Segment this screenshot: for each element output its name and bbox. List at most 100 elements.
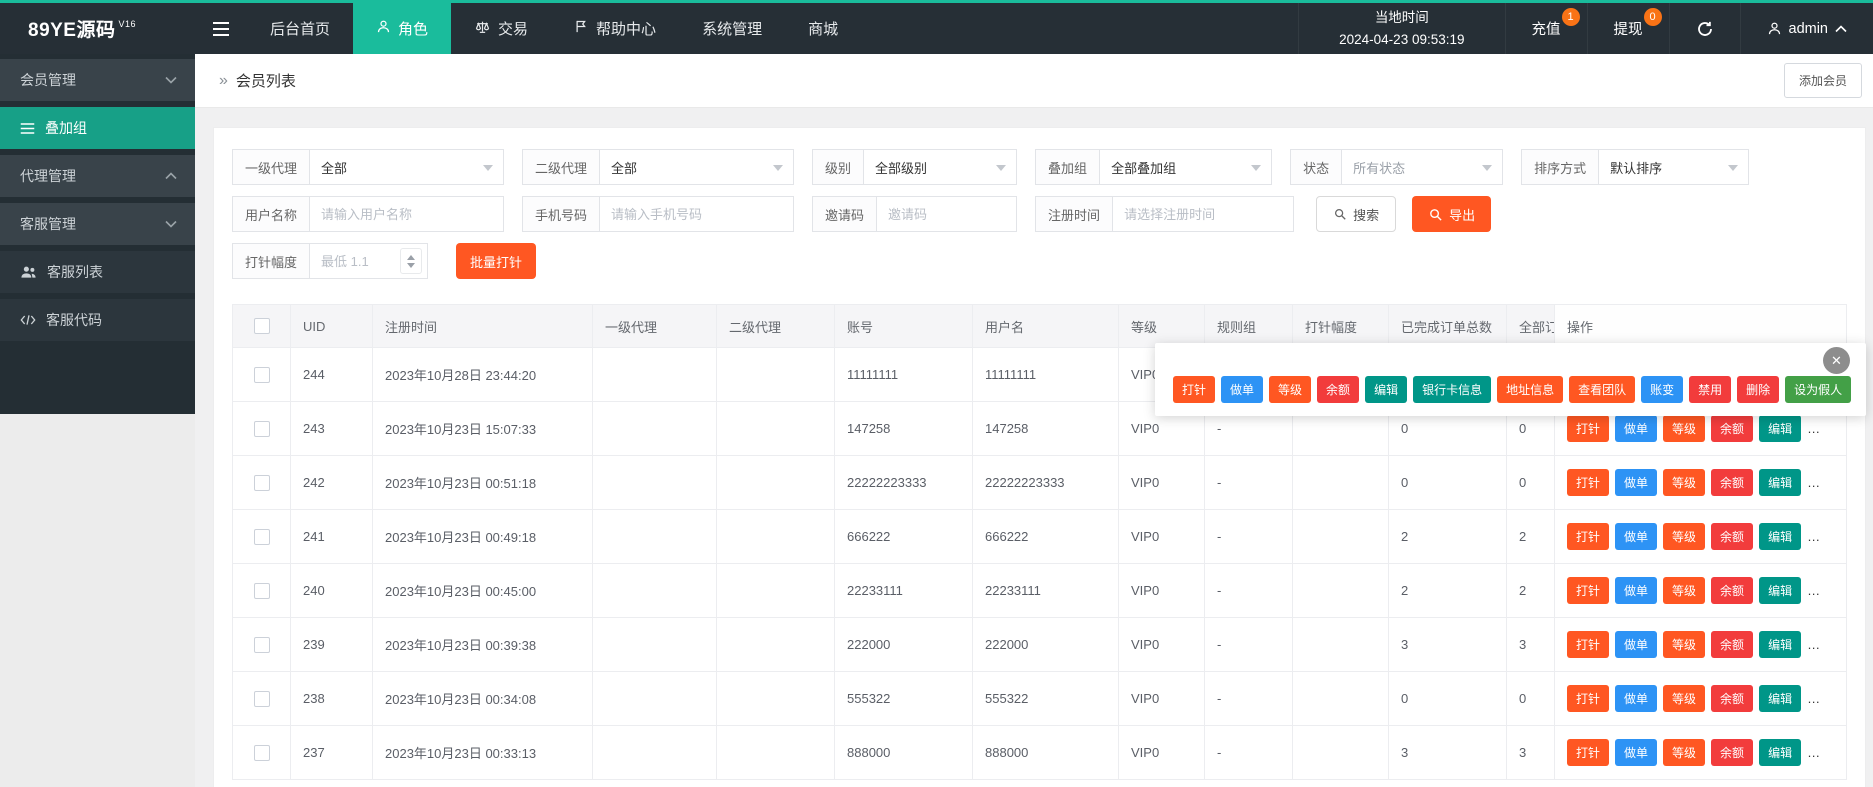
username-input[interactable] (310, 196, 505, 232)
inject-range-input[interactable] (310, 244, 401, 278)
row-checkbox[interactable] (253, 528, 270, 545)
popup-action-button[interactable]: 银行卡信息 (1413, 376, 1492, 403)
row-action-button[interactable]: 做单 (1615, 523, 1658, 550)
popup-action-button[interactable]: 地址信息 (1497, 376, 1564, 403)
stepper-up-icon[interactable] (407, 254, 416, 260)
row-checkbox[interactable] (253, 366, 270, 383)
add-member-button[interactable]: 添加会员 (1783, 63, 1862, 98)
row-checkbox[interactable] (253, 636, 270, 653)
stepper-down-icon[interactable] (407, 262, 416, 268)
caret-down-icon (1728, 165, 1739, 171)
filter-status-select[interactable]: 所有状态 (1342, 149, 1504, 185)
select-all-checkbox[interactable] (253, 318, 270, 335)
sidebar-item-member-management[interactable]: 会员管理 (0, 59, 195, 101)
popup-action-button[interactable]: 余额 (1317, 376, 1360, 403)
nav-tab-home[interactable]: 后台首页 (247, 3, 353, 54)
row-action-button[interactable]: 编辑 (1759, 469, 1802, 496)
row-action-button[interactable]: 余额 (1711, 685, 1754, 712)
row-action-button[interactable]: 编辑 (1759, 685, 1802, 712)
search-button[interactable]: 搜索 (1316, 196, 1397, 232)
withdraw-button[interactable]: 提现 0 (1586, 3, 1669, 54)
popup-action-button[interactable]: 账变 (1641, 376, 1684, 403)
row-checkbox[interactable] (253, 582, 270, 599)
sidebar-item-service-list[interactable]: 客服列表 (0, 251, 195, 293)
nav-tab-help[interactable]: 帮助中心 (551, 3, 679, 54)
row-action-button[interactable]: 编辑 (1759, 577, 1802, 604)
popup-action-button[interactable]: 做单 (1221, 376, 1264, 403)
row-action-button[interactable]: 做单 (1615, 577, 1658, 604)
sidebar-item-agent-management[interactable]: 代理管理 (0, 155, 195, 197)
row-action-button[interactable]: 做单 (1615, 631, 1658, 658)
row-checkbox[interactable] (253, 420, 270, 437)
cell-rule: - (1204, 455, 1293, 510)
cell-done: 0 (1388, 455, 1507, 510)
row-action-button[interactable]: 编辑 (1759, 739, 1802, 766)
row-action-button[interactable]: 余额 (1711, 739, 1754, 766)
popup-action-button[interactable]: 禁用 (1689, 376, 1732, 403)
row-action-button[interactable]: 等级 (1663, 415, 1706, 442)
row-action-button[interactable]: 打针 (1567, 631, 1610, 658)
invite-code-input[interactable] (877, 196, 1018, 232)
row-action-button[interactable]: 等级 (1663, 469, 1706, 496)
code-icon (20, 314, 36, 326)
sidebar-item-overlay-group[interactable]: 叠加组 (0, 107, 195, 149)
row-action-button[interactable]: 打针 (1567, 739, 1610, 766)
sidebar-toggle-button[interactable] (195, 3, 247, 54)
row-action-button[interactable]: 打针 (1567, 523, 1610, 550)
popup-action-button[interactable]: 编辑 (1365, 376, 1408, 403)
row-action-button[interactable]: 做单 (1615, 469, 1658, 496)
filter-agent2-select[interactable]: 全部 (600, 149, 795, 185)
row-action-button[interactable]: 等级 (1663, 685, 1706, 712)
nav-tab-system[interactable]: 系统管理 (679, 3, 785, 54)
sidebar-item-service-code[interactable]: 客服代码 (0, 299, 195, 341)
row-checkbox[interactable] (253, 690, 270, 707)
row-action-button[interactable]: 余额 (1711, 577, 1754, 604)
cell-actions: 打针 做单 等级 余额 编辑… (1554, 455, 1847, 510)
popup-action-button[interactable]: 设为假人 (1785, 376, 1852, 403)
row-action-button[interactable]: 做单 (1615, 739, 1658, 766)
filter-sort-select[interactable]: 默认排序 (1599, 149, 1750, 185)
batch-inject-button[interactable]: 批量打针 (456, 243, 537, 279)
cell-all: 3 (1506, 617, 1555, 672)
nav-tab-trade[interactable]: 交易 (451, 3, 551, 54)
refresh-button[interactable] (1668, 3, 1740, 54)
recharge-button[interactable]: 充值 1 (1504, 3, 1587, 54)
sidebar-item-service-management[interactable]: 客服管理 (0, 203, 195, 245)
export-button[interactable]: 导出 (1412, 196, 1492, 232)
row-action-button[interactable]: 余额 (1711, 523, 1754, 550)
cell-agent2 (716, 509, 835, 564)
nav-tab-role[interactable]: 角色 (353, 3, 452, 54)
reg-time-input[interactable] (1113, 196, 1295, 232)
row-action-button[interactable]: 打针 (1567, 577, 1610, 604)
row-action-button[interactable]: 编辑 (1759, 415, 1802, 442)
row-action-button[interactable]: 打针 (1567, 685, 1610, 712)
popup-action-button[interactable]: 打针 (1173, 376, 1216, 403)
row-action-button[interactable]: 编辑 (1759, 523, 1802, 550)
row-action-button[interactable]: 做单 (1615, 685, 1658, 712)
nav-tab-mall[interactable]: 商城 (785, 3, 861, 54)
filter-level-select[interactable]: 全部级别 (864, 149, 1018, 185)
row-action-button[interactable]: 打针 (1567, 415, 1610, 442)
filter-overlay-group-select[interactable]: 全部叠加组 (1100, 149, 1273, 185)
popup-action-button[interactable]: 删除 (1737, 376, 1780, 403)
row-checkbox[interactable] (253, 474, 270, 491)
row-action-button[interactable]: 余额 (1711, 415, 1754, 442)
number-stepper[interactable] (400, 248, 423, 274)
popup-action-button[interactable]: 查看团队 (1569, 376, 1636, 403)
cell-agent2 (716, 455, 835, 510)
row-action-button[interactable]: 等级 (1663, 523, 1706, 550)
phone-input[interactable] (600, 196, 795, 232)
row-action-button[interactable]: 做单 (1615, 415, 1658, 442)
filter-agent1-select[interactable]: 全部 (310, 149, 505, 185)
row-action-button[interactable]: 打针 (1567, 469, 1610, 496)
row-action-button[interactable]: 编辑 (1759, 631, 1802, 658)
user-menu[interactable]: admin (1739, 3, 1873, 54)
row-action-button[interactable]: 余额 (1711, 631, 1754, 658)
popup-close-button[interactable]: ✕ (1823, 347, 1850, 374)
popup-action-button[interactable]: 等级 (1269, 376, 1312, 403)
row-action-button[interactable]: 余额 (1711, 469, 1754, 496)
row-action-button[interactable]: 等级 (1663, 739, 1706, 766)
row-action-button[interactable]: 等级 (1663, 577, 1706, 604)
row-checkbox[interactable] (253, 744, 270, 761)
row-action-button[interactable]: 等级 (1663, 631, 1706, 658)
